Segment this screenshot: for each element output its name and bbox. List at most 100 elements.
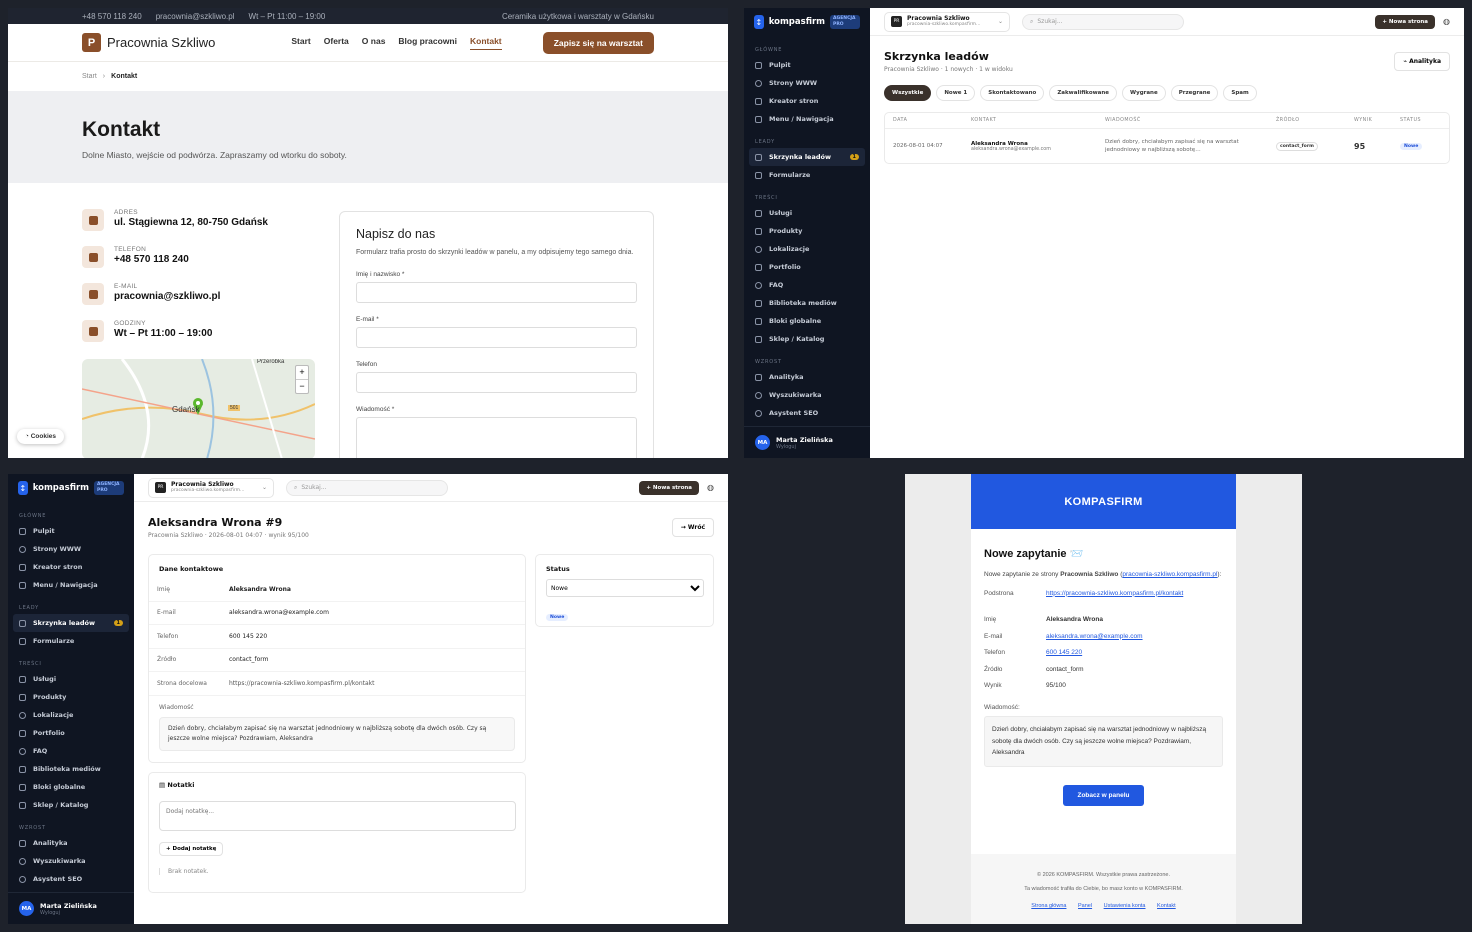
site-name[interactable]: Pracownia Szkliwo bbox=[107, 35, 215, 50]
name-input[interactable] bbox=[356, 282, 637, 303]
sidebar-item-uslugi[interactable]: Usługi bbox=[13, 670, 129, 688]
sidebar-item-seo[interactable]: Asystent SEO bbox=[13, 870, 129, 888]
globe-icon[interactable]: ◍ bbox=[1443, 17, 1450, 26]
site-logo[interactable]: P bbox=[82, 33, 101, 52]
col-status[interactable]: STATUS bbox=[1400, 118, 1449, 123]
filter-lost[interactable]: Przegrane bbox=[1170, 85, 1219, 101]
sidebar-item-bloki[interactable]: Bloki globalne bbox=[13, 778, 129, 796]
filter-qualified[interactable]: Zakwalifikowane bbox=[1049, 85, 1118, 101]
phone-input[interactable] bbox=[356, 372, 637, 393]
add-note-button[interactable]: + Dodaj notatkę bbox=[159, 842, 224, 856]
sidebar-item-strony[interactable]: Strony WWW bbox=[749, 74, 865, 92]
status-select[interactable]: Nowe bbox=[546, 579, 704, 597]
nav-blog[interactable]: Blog pracowni bbox=[398, 36, 457, 50]
phone-link[interactable]: 600 145 220 bbox=[1046, 649, 1082, 656]
sidebar-item-menu[interactable]: Menu / Nawigacja bbox=[13, 576, 129, 594]
sidebar-item-media[interactable]: Biblioteka mediów bbox=[749, 294, 865, 312]
filter-spam[interactable]: Spam bbox=[1223, 85, 1257, 101]
cookies-button[interactable]: ◔ Cookies bbox=[17, 429, 65, 444]
signup-workshop-button[interactable]: Zapisz się na warsztat bbox=[542, 31, 654, 54]
sidebar-item-kreator[interactable]: Kreator stron bbox=[13, 558, 129, 576]
field-value[interactable]: https://pracownia-szkliwo.kompasfirm.pl/… bbox=[229, 680, 374, 687]
email-input[interactable] bbox=[356, 327, 637, 348]
footer-link-settings[interactable]: Ustawienia konta bbox=[1104, 903, 1146, 909]
sidebar-item-uslugi[interactable]: Usługi bbox=[749, 204, 865, 222]
intro-site-link[interactable]: pracownia-szkliwo.kompasfirm.pl bbox=[1122, 571, 1217, 578]
sidebar-item-lokalizacje[interactable]: Lokalizacje bbox=[749, 240, 865, 258]
globe-icon[interactable]: ◍ bbox=[707, 483, 714, 492]
sidebar-item-leady[interactable]: Skrzynka leadów 1 bbox=[749, 148, 865, 166]
footer-link-panel[interactable]: Panel bbox=[1078, 903, 1092, 909]
brand-name[interactable]: kompasfirm bbox=[33, 483, 89, 493]
breadcrumb-start[interactable]: Start bbox=[82, 73, 97, 80]
location-map[interactable]: Przeróbka Gdańsk 501 + − bbox=[82, 359, 315, 458]
view-in-panel-button[interactable]: Zobacz w panelu bbox=[1063, 784, 1144, 806]
col-contact[interactable]: KONTAKT bbox=[971, 118, 1105, 123]
nav-kontakt[interactable]: Kontakt bbox=[469, 36, 502, 50]
sidebar-item-formularze[interactable]: Formularze bbox=[749, 166, 865, 184]
field-value[interactable]: aleksandra.wrona@example.com bbox=[229, 609, 329, 616]
sidebar-item-portfolio[interactable]: Portfolio bbox=[13, 724, 129, 742]
logout-link[interactable]: Wyloguj bbox=[40, 910, 97, 916]
info-value[interactable]: +48 570 118 240 bbox=[114, 254, 189, 265]
filter-new[interactable]: Nowe 1 bbox=[936, 85, 976, 101]
col-source[interactable]: ŹRÓDŁO bbox=[1276, 118, 1354, 123]
search-input[interactable]: ⌕ Szukaj... bbox=[1022, 13, 1184, 30]
note-input[interactable] bbox=[159, 801, 516, 831]
sidebar-item-strony[interactable]: Strony WWW bbox=[13, 540, 129, 558]
topbar-phone[interactable]: +48 570 118 240 bbox=[82, 12, 142, 21]
sidebar-item-portfolio[interactable]: Portfolio bbox=[749, 258, 865, 276]
logout-link[interactable]: Wyloguj bbox=[776, 444, 833, 450]
nav-oferta[interactable]: Oferta bbox=[324, 36, 349, 50]
sidebar-item-wyszukiwarka[interactable]: Wyszukiwarka bbox=[749, 386, 865, 404]
search-input[interactable]: ⌕ Szukaj... bbox=[286, 479, 448, 496]
topbar-email[interactable]: pracownia@szkliwo.pl bbox=[156, 12, 235, 21]
new-page-button[interactable]: + Nowa strona bbox=[1375, 14, 1436, 29]
nav-o-nas[interactable]: O nas bbox=[362, 36, 386, 50]
sidebar-item-seo[interactable]: Asystent SEO bbox=[749, 404, 865, 422]
col-score[interactable]: WYNIK bbox=[1354, 118, 1400, 123]
filter-all[interactable]: Wszystkie bbox=[884, 85, 932, 101]
sidebar-item-menu[interactable]: Menu / Nawigacja bbox=[749, 110, 865, 128]
sidebar-item-produkty[interactable]: Produkty bbox=[749, 222, 865, 240]
site-selector[interactable]: PR Pracownia Szkliwo pracownia-szkliwo.ko… bbox=[148, 477, 274, 498]
sidebar-item-analityka[interactable]: Analityka bbox=[749, 368, 865, 386]
sidebar-item-leady[interactable]: Skrzynka leadów 1 bbox=[13, 614, 129, 632]
back-button[interactable]: → Wróć bbox=[671, 518, 714, 537]
sidebar-item-media[interactable]: Biblioteka mediów bbox=[13, 760, 129, 778]
sidebar-item-wyszukiwarka[interactable]: Wyszukiwarka bbox=[13, 852, 129, 870]
info-value[interactable]: pracownia@szkliwo.pl bbox=[114, 291, 220, 302]
sidebar-item-analityka[interactable]: Analityka bbox=[13, 834, 129, 852]
sidebar-item-pulpit[interactable]: Pulpit bbox=[749, 56, 865, 74]
sidebar-item-pulpit[interactable]: Pulpit bbox=[13, 522, 129, 540]
sidebar-item-sklep[interactable]: Sklep / Katalog bbox=[13, 796, 129, 814]
zoom-out-button[interactable]: − bbox=[296, 380, 308, 393]
footer-link-contact[interactable]: Kontakt bbox=[1157, 903, 1176, 909]
analytics-button[interactable]: ⌁ Analityka bbox=[1394, 52, 1450, 71]
sidebar-item-sklep[interactable]: Sklep / Katalog bbox=[749, 330, 865, 348]
table-row[interactable]: 2026-08-01 04:07 Aleksandra Wrona aleksan… bbox=[885, 129, 1449, 163]
nav-start[interactable]: Start bbox=[291, 36, 310, 50]
footer-link-home[interactable]: Strona główna bbox=[1031, 903, 1066, 909]
sidebar-item-faq[interactable]: FAQ bbox=[13, 742, 129, 760]
site-selector[interactable]: PR Pracownia Szkliwo pracownia-szkliwo.ko… bbox=[884, 11, 1010, 32]
page-url-link[interactable]: https://pracownia-szkliwo.kompasfirm.pl/… bbox=[1046, 590, 1183, 597]
sidebar-item-faq[interactable]: FAQ bbox=[749, 276, 865, 294]
sidebar-item-bloki[interactable]: Bloki globalne bbox=[749, 312, 865, 330]
email-link[interactable]: aleksandra.wrona@example.com bbox=[1046, 633, 1143, 640]
brand-name[interactable]: kompasfirm bbox=[769, 17, 825, 27]
col-message[interactable]: WIADOMOŚĆ bbox=[1105, 118, 1276, 123]
sidebar-item-formularze[interactable]: Formularze bbox=[13, 632, 129, 650]
user-menu[interactable]: MA Marta Zielińska Wyloguj bbox=[8, 892, 134, 924]
user-menu[interactable]: MA Marta Zielińska Wyloguj bbox=[744, 426, 870, 458]
zoom-in-button[interactable]: + bbox=[296, 366, 308, 380]
filter-won[interactable]: Wygrane bbox=[1122, 85, 1166, 101]
message-textarea[interactable] bbox=[356, 417, 637, 458]
field-value[interactable]: 600 145 220 bbox=[229, 633, 267, 640]
filter-contacted[interactable]: Skontaktowano bbox=[980, 85, 1045, 101]
sidebar-item-produkty[interactable]: Produkty bbox=[13, 688, 129, 706]
col-date[interactable]: DATA bbox=[885, 118, 971, 123]
new-page-button[interactable]: + Nowa strona bbox=[639, 480, 700, 495]
sidebar-item-kreator[interactable]: Kreator stron bbox=[749, 92, 865, 110]
sidebar-item-lokalizacje[interactable]: Lokalizacje bbox=[13, 706, 129, 724]
